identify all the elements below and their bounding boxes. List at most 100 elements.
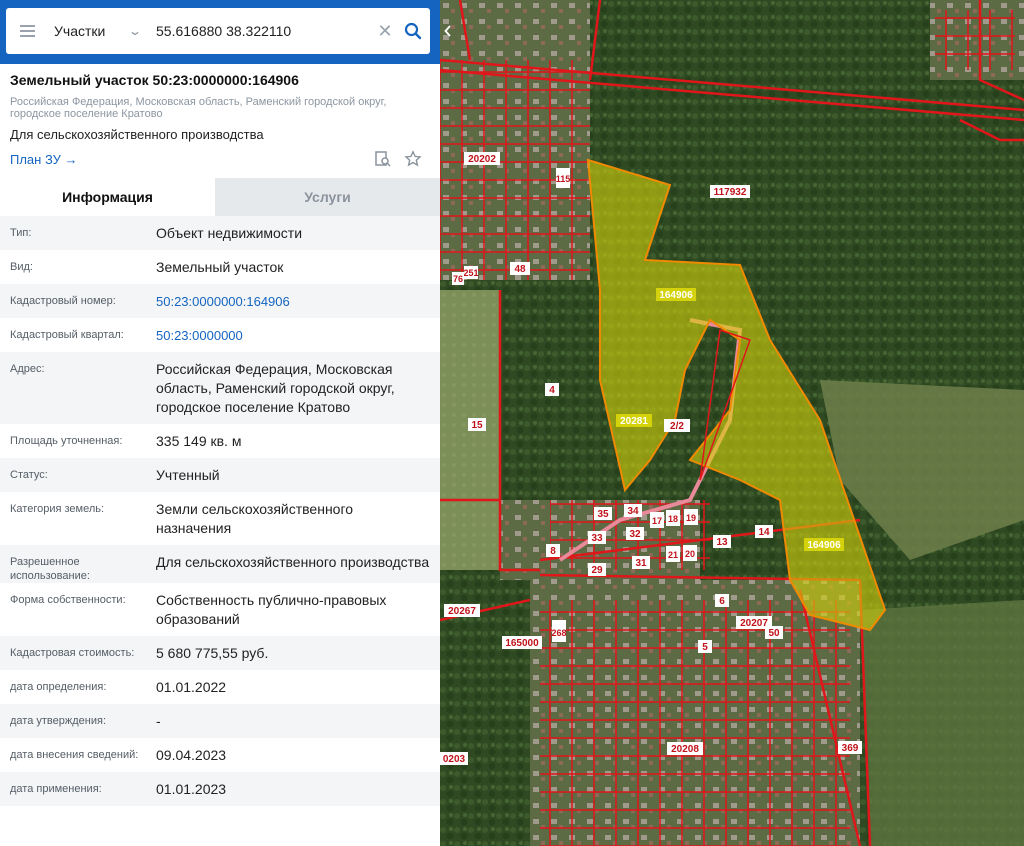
info-value: Для сельскохозяйственного производства	[156, 554, 430, 570]
map-view[interactable]: 117932 20202 115 164906 48 251 76 20281 …	[440, 0, 1024, 846]
map-label[interactable]: 117932	[710, 185, 750, 198]
map-label[interactable]: 115	[556, 168, 571, 188]
svg-text:0203: 0203	[443, 754, 466, 765]
map-label[interactable]: 17	[650, 512, 664, 528]
map-label[interactable]: 20	[683, 545, 697, 561]
collapse-panel-button[interactable]	[440, 8, 456, 54]
info-label: Кадастровая стоимость:	[10, 647, 135, 659]
svg-text:268: 268	[551, 628, 566, 638]
map-label[interactable]: 34	[624, 504, 642, 517]
svg-text:21: 21	[668, 550, 678, 560]
map-label[interactable]: 251	[463, 266, 479, 279]
svg-text:33: 33	[591, 533, 603, 544]
cadastral-number-link[interactable]: 50:23:0000000:164906	[156, 284, 430, 318]
tab-services[interactable]: Услуги	[215, 178, 440, 216]
map-label[interactable]: 21	[666, 546, 680, 562]
page-title: Земельный участок 50:23:0000000:164906	[10, 72, 299, 88]
svg-text:20281: 20281	[620, 416, 648, 427]
info-value: Объект недвижимости	[156, 225, 303, 241]
star-icon[interactable]	[404, 150, 422, 173]
info-value: 335 149 кв. м	[156, 433, 242, 449]
info-value: 09.04.2023	[156, 747, 227, 763]
info-row-cadastral-value: Кадастровая стоимость: 5 680 775,55 руб.	[0, 636, 440, 670]
map-label[interactable]: 35	[594, 507, 612, 520]
info-label: Категория земель:	[10, 503, 105, 515]
info-value: 01.01.2023	[156, 781, 227, 797]
menu-icon[interactable]	[6, 8, 48, 54]
info-value: Российская Федерация, Московская область…	[156, 361, 395, 415]
svg-text:8: 8	[550, 546, 556, 557]
search-box: Участки ⌄ ✕	[6, 8, 430, 54]
close-icon[interactable]: ✕	[374, 21, 396, 42]
info-label: дата применения:	[10, 783, 102, 795]
svg-text:34: 34	[627, 506, 639, 517]
map-label[interactable]: 20281	[616, 414, 652, 427]
map-label[interactable]: 8	[546, 544, 560, 557]
map-label[interactable]: 48	[510, 262, 530, 275]
plan-link[interactable]: План ЗУ →	[10, 152, 78, 167]
info-row-kind: Вид: Земельный участок	[0, 250, 440, 284]
svg-text:6: 6	[719, 596, 725, 607]
map-label[interactable]: 5	[698, 640, 712, 653]
info-row-area: Площадь уточненная: 335 149 кв. м	[0, 424, 440, 458]
map-canvas[interactable]: 117932 20202 115 164906 48 251 76 20281 …	[440, 0, 1024, 846]
map-label[interactable]: 268	[551, 620, 567, 642]
info-label: Кадастровый квартал:	[10, 329, 124, 341]
tab-information[interactable]: Информация	[0, 178, 215, 216]
info-label: Кадастровый номер:	[10, 295, 116, 307]
map-label[interactable]: 19	[684, 509, 698, 525]
map-label[interactable]: 6	[715, 594, 729, 607]
map-label[interactable]: 165000	[502, 636, 542, 649]
map-label[interactable]: 13	[713, 535, 731, 548]
chevron-down-icon: ⌄	[127, 24, 143, 38]
search-input[interactable]	[146, 16, 374, 46]
svg-text:50: 50	[768, 628, 780, 639]
map-label[interactable]: 20208	[667, 742, 703, 755]
object-header: Земельный участок 50:23:0000000:164906 Р…	[0, 64, 440, 178]
svg-text:4: 4	[549, 385, 555, 396]
map-label[interactable]: 164906	[656, 288, 696, 301]
info-table: Тип: Объект недвижимости Вид: Земельный уч…	[0, 216, 440, 806]
info-label: Статус:	[10, 469, 48, 481]
map-label[interactable]: 18	[666, 510, 680, 526]
svg-text:76: 76	[453, 274, 463, 284]
map-label[interactable]: 15	[468, 418, 486, 431]
info-row-address: Адрес: Российская Федерация, Московская о…	[0, 352, 440, 424]
tab-bar: Информация Услуги	[0, 178, 440, 216]
info-row-land-category: Категория земель: Земли сельскохозяйствен…	[0, 492, 440, 545]
svg-text:17: 17	[652, 516, 662, 526]
map-label[interactable]: 2/2	[664, 419, 690, 432]
svg-text:20208: 20208	[671, 744, 699, 755]
document-search-icon[interactable]	[374, 150, 392, 173]
map-label[interactable]: 20202	[464, 152, 500, 165]
info-label: Адрес:	[10, 363, 45, 375]
info-label: Площадь уточненная:	[10, 435, 123, 447]
info-label: Разрешенное использование:	[10, 556, 90, 582]
svg-text:20267: 20267	[448, 606, 476, 617]
map-label[interactable]: 4	[545, 383, 559, 396]
map-label[interactable]: 0203	[440, 752, 468, 765]
map-label[interactable]: 14	[755, 525, 773, 538]
map-label[interactable]: 32	[626, 527, 644, 540]
object-purpose: Для сельскохозяйственного производства	[10, 127, 264, 142]
cadastral-quarter-link[interactable]: 50:23:0000000	[156, 318, 430, 352]
info-value: Земельный участок	[156, 259, 284, 275]
search-icon[interactable]	[396, 22, 430, 40]
info-row-type: Тип: Объект недвижимости	[0, 216, 440, 250]
map-label[interactable]: 33	[588, 531, 606, 544]
svg-text:29: 29	[591, 565, 603, 576]
svg-text:35: 35	[597, 509, 609, 520]
map-label[interactable]: 369	[838, 741, 862, 754]
map-label[interactable]: 20267	[444, 604, 480, 617]
svg-text:13: 13	[716, 537, 728, 548]
map-label[interactable]: 164906	[804, 538, 844, 551]
map-label[interactable]: 50	[765, 626, 783, 639]
layer-select[interactable]: Участки ⌄	[48, 23, 146, 39]
info-row-ownership: Форма собственности: Собственность публич…	[0, 583, 440, 636]
map-label[interactable]: 29	[588, 563, 606, 576]
svg-text:48: 48	[514, 264, 526, 275]
map-label[interactable]: 31	[632, 556, 650, 569]
info-value: 01.01.2022	[156, 679, 227, 695]
map-label[interactable]: 76	[452, 272, 464, 285]
info-row-status: Статус: Учтенный	[0, 458, 440, 492]
